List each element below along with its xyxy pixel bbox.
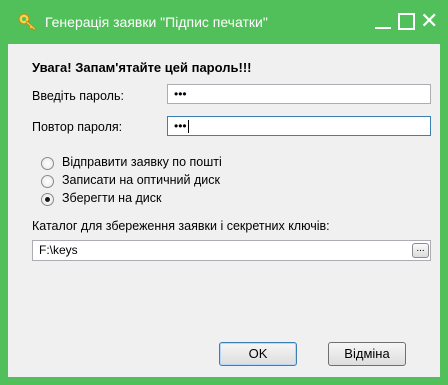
close-icon[interactable]: ✕ [420, 10, 438, 32]
browse-button[interactable]: ... [412, 243, 429, 258]
radio-send-by-mail-label[interactable]: Відправити заявку по пошті [62, 155, 222, 169]
catalog-path-value: F:\keys [39, 243, 78, 257]
password-label: Введіть пароль: [32, 89, 124, 103]
ok-button[interactable]: OK [219, 342, 297, 366]
radio-send-by-mail[interactable] [41, 157, 54, 170]
maximize-icon[interactable] [397, 12, 415, 30]
radio-save-to-disk-label[interactable]: Зберегти на диск [62, 191, 162, 205]
radio-write-optical-disk-label[interactable]: Записати на оптичний диск [62, 173, 220, 187]
window-title: Генерація заявки "Підпис печатки" [45, 14, 268, 30]
repeat-password-field[interactable]: ••• [167, 116, 431, 136]
minimize-icon[interactable] [374, 12, 392, 30]
app-key-icon [18, 13, 37, 31]
text-caret [187, 120, 189, 134]
password-value: ••• [174, 87, 187, 101]
catalog-path-field[interactable]: F:\keys [32, 240, 431, 261]
radio-write-optical-disk[interactable] [41, 175, 54, 188]
catalog-label: Каталог для збереження заявки і секретни… [32, 219, 330, 233]
password-field[interactable]: ••• [167, 84, 431, 104]
password-warning: Увага! Запам'ятайте цей пароль!!! [32, 60, 252, 75]
repeat-password-value: ••• [174, 119, 187, 133]
title-bar[interactable]: Генерація заявки "Підпис печатки" ✕ [0, 0, 448, 44]
repeat-password-label: Повтор пароля: [32, 120, 123, 134]
radio-save-to-disk[interactable] [41, 193, 54, 206]
cancel-button[interactable]: Відміна [328, 342, 406, 366]
